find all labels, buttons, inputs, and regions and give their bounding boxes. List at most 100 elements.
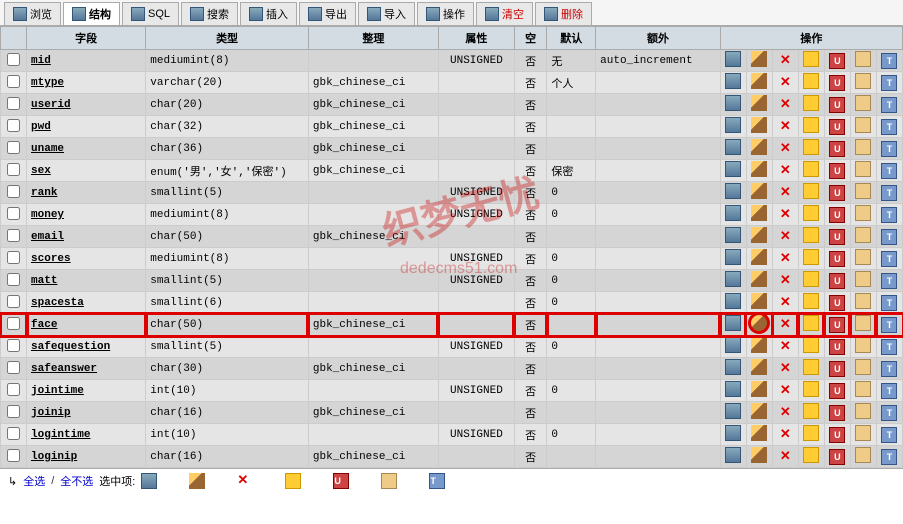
th-collation[interactable]: 整理	[308, 27, 438, 50]
row-checkbox[interactable]	[7, 273, 20, 286]
fulltext-icon[interactable]: T	[881, 317, 897, 333]
tab-7[interactable]: 操作	[417, 2, 474, 25]
fulltext-icon[interactable]: T	[881, 97, 897, 113]
field-name[interactable]: money	[31, 209, 64, 221]
unique-icon[interactable]: U	[829, 339, 845, 355]
delete-icon[interactable]: ✕	[777, 185, 793, 201]
index-icon[interactable]	[381, 473, 397, 489]
index-icon[interactable]	[855, 403, 871, 419]
browse-icon[interactable]	[725, 293, 741, 309]
delete-icon[interactable]: ✕	[777, 207, 793, 223]
delete-icon[interactable]: ✕	[777, 295, 793, 311]
field-name[interactable]: logintime	[31, 429, 90, 441]
row-checkbox[interactable]	[7, 251, 20, 264]
tab-2[interactable]: SQL	[122, 2, 179, 25]
row-checkbox[interactable]	[7, 141, 20, 154]
row-checkbox[interactable]	[7, 75, 20, 88]
index-icon[interactable]	[855, 183, 871, 199]
fulltext-icon[interactable]: T	[881, 273, 897, 289]
unique-icon[interactable]: U	[829, 383, 845, 399]
browse-icon[interactable]	[725, 51, 741, 67]
row-checkbox[interactable]	[7, 229, 20, 242]
th-null[interactable]: 空	[514, 27, 547, 50]
tab-0[interactable]: 浏览	[4, 2, 61, 25]
th-extra[interactable]: 额外	[596, 27, 721, 50]
primary-key-icon[interactable]	[803, 315, 819, 331]
edit-icon[interactable]	[751, 381, 767, 397]
delete-icon[interactable]: ✕	[777, 449, 793, 465]
primary-key-icon[interactable]	[803, 117, 819, 133]
unique-icon[interactable]: U	[829, 361, 845, 377]
delete-icon[interactable]: ✕	[777, 53, 793, 69]
primary-key-icon[interactable]	[803, 271, 819, 287]
edit-icon[interactable]	[751, 425, 767, 441]
index-icon[interactable]	[855, 271, 871, 287]
primary-key-icon[interactable]	[803, 293, 819, 309]
primary-key-icon[interactable]	[803, 205, 819, 221]
field-name[interactable]: safeanswer	[31, 363, 97, 375]
delete-icon[interactable]: ✕	[777, 251, 793, 267]
unique-icon[interactable]: U	[829, 273, 845, 289]
unique-icon[interactable]: U	[829, 449, 845, 465]
delete-icon[interactable]: ✕	[237, 473, 253, 489]
browse-icon[interactable]	[725, 205, 741, 221]
delete-icon[interactable]: ✕	[777, 141, 793, 157]
index-icon[interactable]	[855, 227, 871, 243]
field-name[interactable]: rank	[31, 187, 57, 199]
unique-icon[interactable]: U	[829, 317, 845, 333]
index-icon[interactable]	[855, 381, 871, 397]
edit-icon[interactable]	[189, 473, 205, 489]
edit-icon[interactable]	[751, 447, 767, 463]
primary-key-icon[interactable]	[803, 227, 819, 243]
tab-8[interactable]: 清空	[476, 2, 533, 25]
browse-icon[interactable]	[725, 359, 741, 375]
row-checkbox[interactable]	[7, 207, 20, 220]
delete-icon[interactable]: ✕	[777, 339, 793, 355]
edit-icon[interactable]	[751, 73, 767, 89]
delete-icon[interactable]: ✕	[777, 119, 793, 135]
edit-icon[interactable]	[751, 51, 767, 67]
field-name[interactable]: pwd	[31, 121, 51, 133]
edit-icon[interactable]	[751, 315, 767, 331]
tab-1[interactable]: 结构	[63, 2, 120, 25]
edit-icon[interactable]	[751, 161, 767, 177]
fulltext-icon[interactable]: T	[881, 163, 897, 179]
row-checkbox[interactable]	[7, 119, 20, 132]
browse-icon[interactable]	[725, 117, 741, 133]
edit-icon[interactable]	[751, 271, 767, 287]
primary-key-icon[interactable]	[803, 161, 819, 177]
fulltext-icon[interactable]: T	[881, 251, 897, 267]
primary-key-icon[interactable]	[803, 95, 819, 111]
fulltext-icon[interactable]: T	[881, 339, 897, 355]
fulltext-icon[interactable]: T	[881, 141, 897, 157]
tab-5[interactable]: 导出	[299, 2, 356, 25]
row-checkbox[interactable]	[7, 163, 20, 176]
th-default[interactable]: 默认	[547, 27, 596, 50]
fulltext-icon[interactable]: T	[429, 473, 445, 489]
index-icon[interactable]	[855, 205, 871, 221]
tab-4[interactable]: 插入	[240, 2, 297, 25]
unique-icon[interactable]: U	[829, 75, 845, 91]
delete-icon[interactable]: ✕	[777, 97, 793, 113]
fulltext-icon[interactable]: T	[881, 229, 897, 245]
primary-key-icon[interactable]	[803, 73, 819, 89]
browse-icon[interactable]	[725, 447, 741, 463]
fulltext-icon[interactable]: T	[881, 75, 897, 91]
row-checkbox[interactable]	[7, 405, 20, 418]
th-type[interactable]: 类型	[146, 27, 309, 50]
field-name[interactable]: safequestion	[31, 341, 110, 353]
index-icon[interactable]	[855, 249, 871, 265]
fulltext-icon[interactable]: T	[881, 295, 897, 311]
index-icon[interactable]	[855, 73, 871, 89]
select-all-link[interactable]: 全选	[23, 473, 45, 489]
unique-icon[interactable]: U	[829, 97, 845, 113]
unique-icon[interactable]: U	[829, 295, 845, 311]
browse-icon[interactable]	[725, 337, 741, 353]
edit-icon[interactable]	[751, 95, 767, 111]
browse-icon[interactable]	[725, 425, 741, 441]
delete-icon[interactable]: ✕	[777, 273, 793, 289]
index-icon[interactable]	[855, 95, 871, 111]
unselect-all-link[interactable]: 全不选	[60, 473, 93, 489]
field-name[interactable]: scores	[31, 253, 71, 265]
edit-icon[interactable]	[751, 227, 767, 243]
